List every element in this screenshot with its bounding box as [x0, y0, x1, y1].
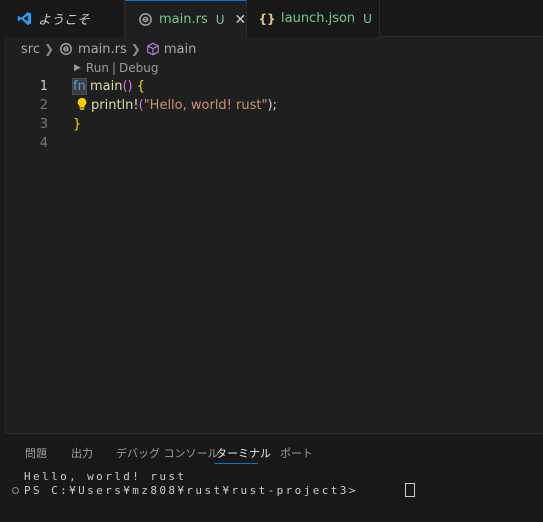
bottom-panel: 問題 出力 デバッグ コンソール ターミナル ポート Hello, world!… [4, 433, 543, 522]
line-number: 4 [39, 136, 48, 151]
breadcrumb-symbol[interactable]: main [145, 41, 196, 57]
codelens: ▶ Run | Debug [74, 61, 158, 75]
tab-launch-json[interactable]: {} launch.json U [247, 0, 380, 37]
code-editor[interactable]: ▶ Run | Debug 1 fn main() { 2 println!("… [4, 60, 543, 433]
untracked-badge: U [215, 12, 225, 27]
untracked-badge: U [363, 11, 372, 26]
code-line: 2 println!("Hello, world! rust"); [4, 96, 543, 115]
lightbulb-icon[interactable] [76, 96, 90, 115]
close-icon[interactable]: ✕ [235, 12, 247, 28]
tab-main-rs[interactable]: main.rs U ✕ [125, 0, 247, 38]
line-number: 1 [39, 79, 48, 94]
breadcrumb-file-label: main.rs [78, 41, 127, 57]
breadcrumb: src ❯ main.rs ❯ main [4, 38, 543, 60]
macro-token: println! [91, 98, 139, 113]
breadcrumb-file[interactable]: main.rs [58, 41, 127, 57]
editor-tabbar: ようこそ main.rs U ✕ {} launch.json U [4, 0, 543, 38]
tab-main-rs-label: main.rs [159, 12, 208, 27]
terminal-cursor [405, 483, 415, 497]
brace-token: } [73, 117, 82, 132]
codelens-run[interactable]: Run [86, 61, 109, 75]
punct-token: ); [267, 98, 277, 113]
method-cube-icon [145, 41, 161, 57]
vscode-logo-icon [16, 11, 32, 27]
codelens-divider: | [111, 61, 116, 75]
code-line: 3 } [4, 115, 543, 134]
code-line: 4 [4, 134, 543, 153]
keyword-token: fn [72, 78, 87, 95]
active-tab-indicator [214, 463, 258, 464]
tab-terminal[interactable]: ターミナル [216, 445, 271, 461]
tab-launch-json-label: launch.json [281, 11, 356, 26]
play-icon: ▶ [74, 63, 81, 73]
terminal-output: Hello, world! rust [24, 470, 187, 483]
json-braces-icon: {} [258, 11, 276, 26]
command-decoration-icon [12, 487, 19, 494]
paren-token: () [122, 79, 133, 94]
line-number: 3 [39, 117, 48, 132]
rust-icon [58, 41, 74, 57]
code-line: 1 fn main() { [4, 77, 543, 96]
code-line-content: println!("Hello, world! rust"); [76, 96, 277, 115]
code-line-content: fn main() { [72, 77, 146, 96]
tab-ports[interactable]: ポート [280, 445, 313, 461]
chevron-right-icon: ❯ [130, 42, 141, 56]
tab-output[interactable]: 出力 [71, 445, 93, 461]
tab-problems[interactable]: 問題 [25, 445, 47, 461]
tab-welcome[interactable]: ようこそ [4, 0, 125, 37]
tab-welcome-label: ようこそ [38, 13, 91, 28]
string-token: "Hello, world! rust" [143, 98, 268, 113]
line-number: 2 [39, 98, 48, 113]
brace-token: { [136, 79, 146, 94]
breadcrumb-symbol-label: main [163, 41, 197, 57]
tab-debug-console[interactable]: デバッグ コンソール [116, 445, 219, 461]
panel-tabbar: 問題 出力 デバッグ コンソール ターミナル ポート [4, 434, 543, 468]
chevron-right-icon: ❯ [43, 42, 55, 56]
rust-icon [138, 12, 153, 28]
breadcrumb-folder[interactable]: src [21, 42, 40, 57]
terminal-prompt: PS C:¥Users¥mz808¥rust¥rust-project3> [24, 484, 358, 497]
codelens-debug[interactable]: Debug [119, 61, 158, 75]
function-name-token: main [89, 79, 123, 94]
